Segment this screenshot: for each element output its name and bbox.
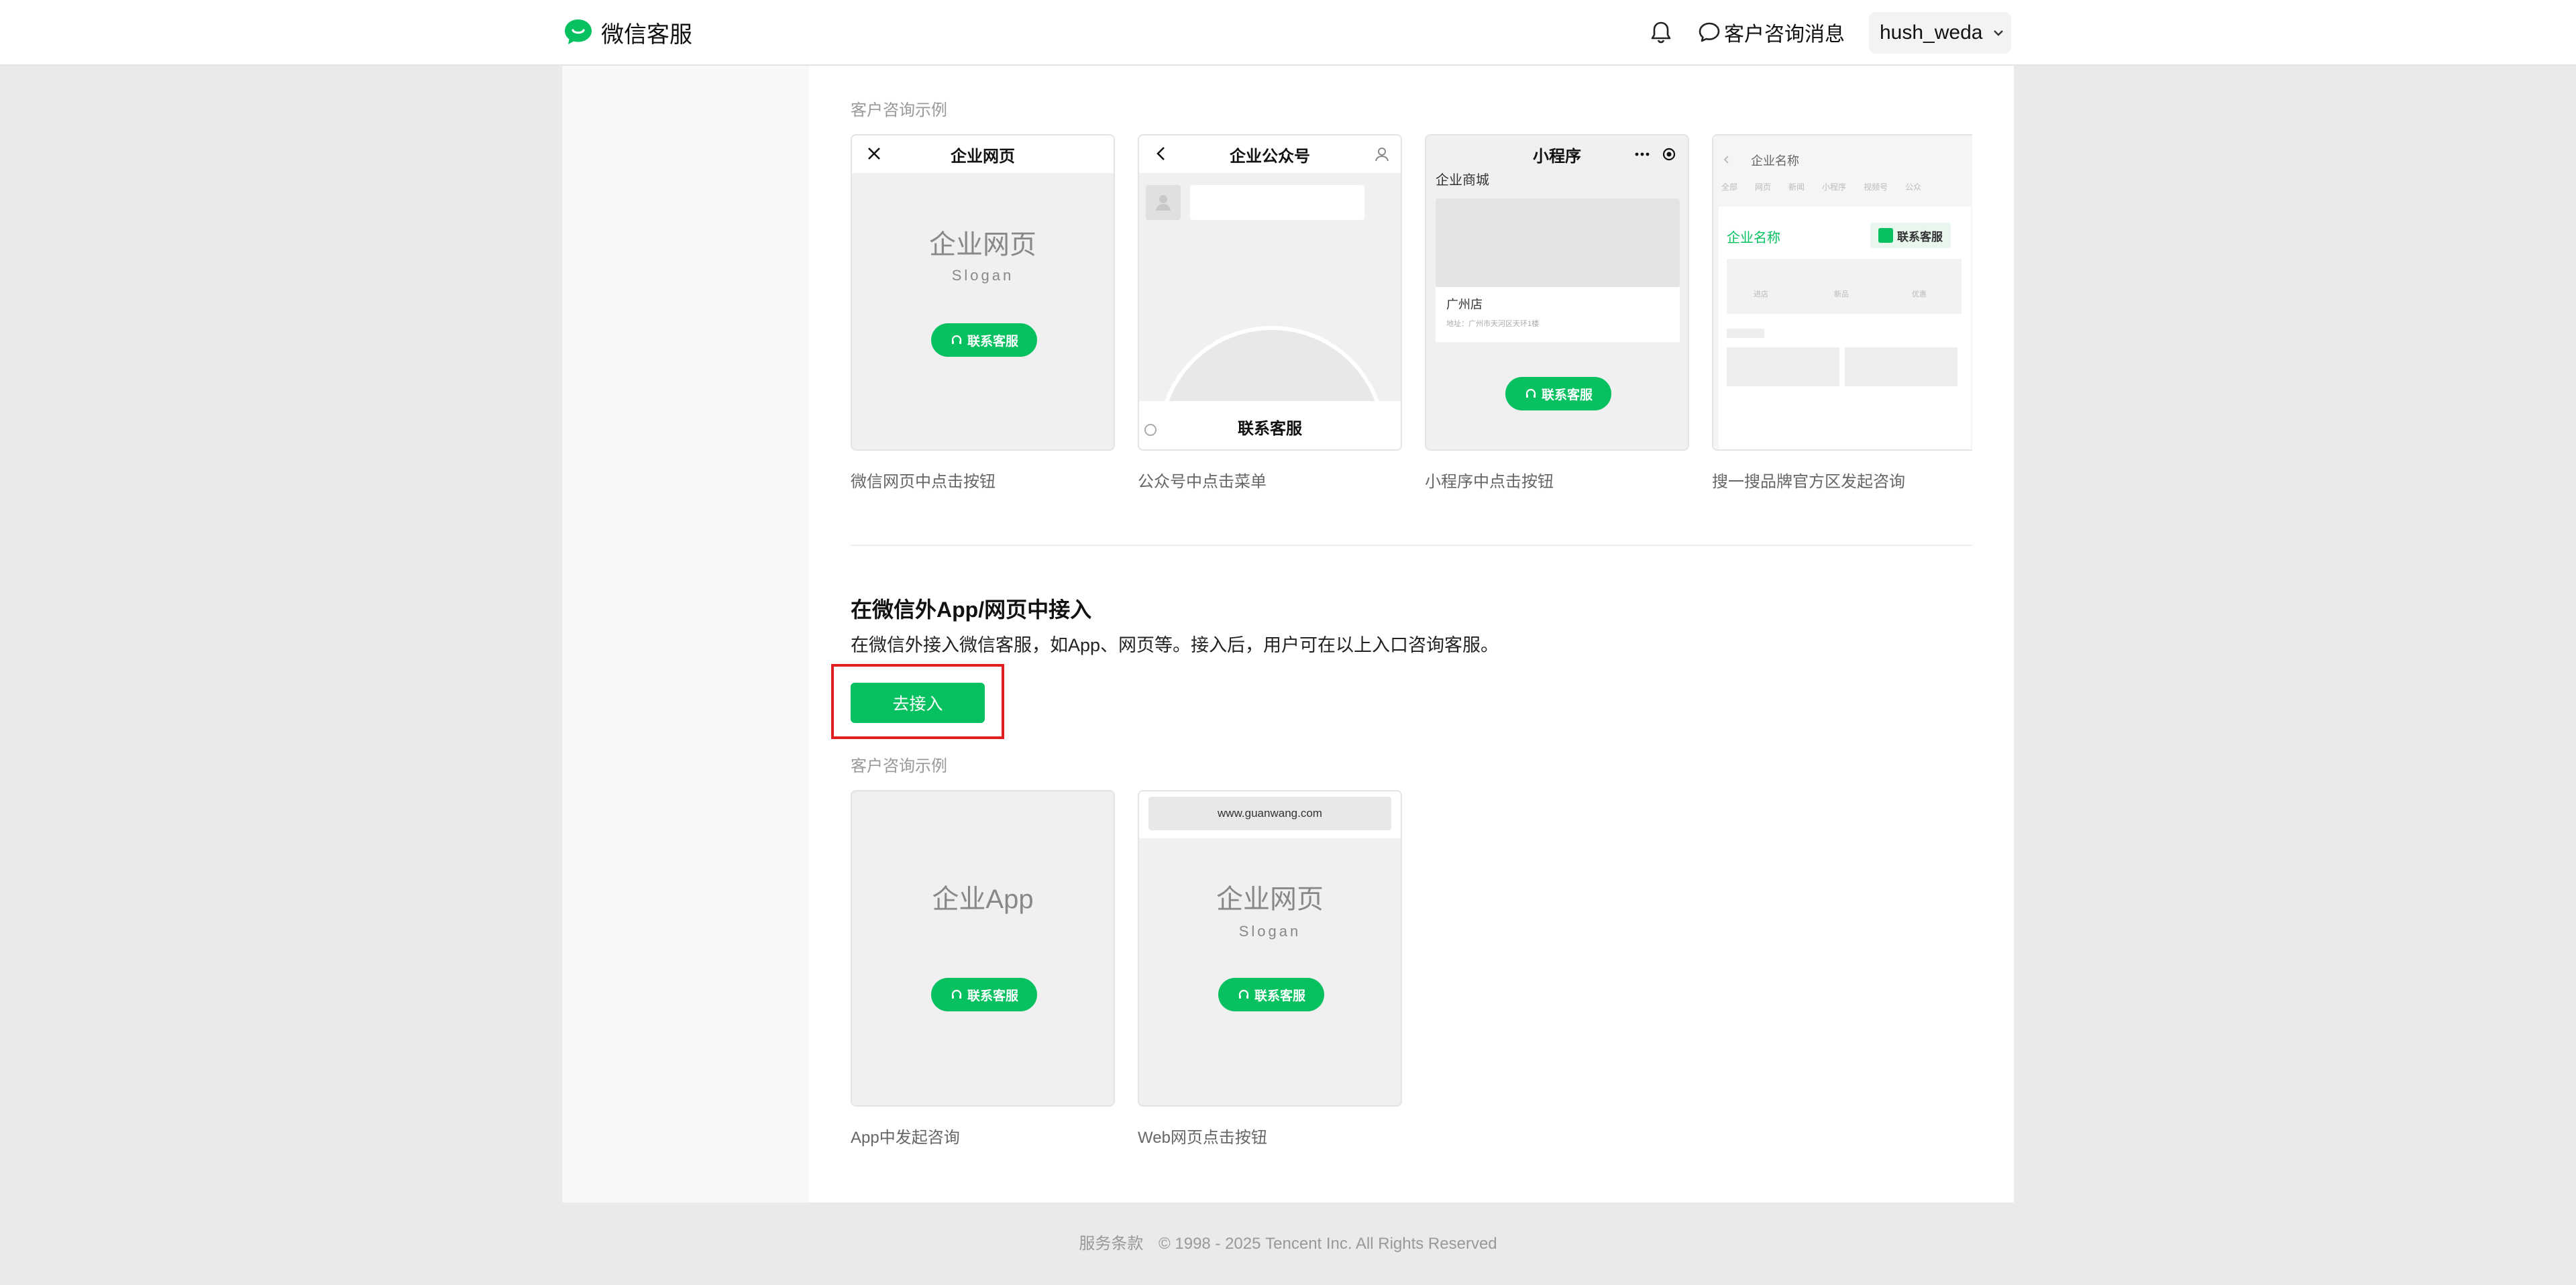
pill-label: 联系客服 xyxy=(1541,388,1593,402)
customer-messages-link[interactable]: 客户咨询消息 xyxy=(1697,17,1845,47)
chat-bubble-icon xyxy=(1699,22,1720,42)
card-caption: Web网页点击按钮 xyxy=(1138,1129,1267,1147)
placeholder-bar xyxy=(1727,329,1764,338)
back-icon xyxy=(1723,156,1729,164)
card-slogan: Slogan xyxy=(1238,923,1301,940)
left-column xyxy=(562,66,809,1203)
placeholder-card xyxy=(1845,347,1957,386)
search-tab: 小程序 xyxy=(1822,182,1847,192)
section-divider xyxy=(851,545,1972,546)
bell-icon[interactable] xyxy=(1648,19,1674,46)
target-icon xyxy=(1662,148,1676,161)
brand-name: 企业名称 xyxy=(1727,231,1780,245)
example-caption: 客户咨询示例 xyxy=(851,757,947,775)
messages-label: 客户咨询消息 xyxy=(1724,23,1845,46)
close-icon xyxy=(868,148,880,160)
back-icon xyxy=(1157,147,1165,160)
store-info: 广州店 地址：广州市天河区天环1楼 xyxy=(1436,287,1680,342)
example-card-official-account: 企业公众号 联系客服 xyxy=(1138,134,1402,451)
browser-bar: www.guanwang.com xyxy=(1139,791,1401,838)
user-menu[interactable]: hush_weda xyxy=(1869,12,2011,54)
chevron-down-icon xyxy=(1994,30,2004,36)
card-big-text: 企业网页 xyxy=(1216,885,1324,914)
url-bar: www.guanwang.com xyxy=(1148,797,1391,830)
brand-contact-label: 联系客服 xyxy=(1897,230,1943,243)
example-caption: 客户咨询示例 xyxy=(851,101,947,119)
store-address: 地址：广州市天河区天环1楼 xyxy=(1446,320,1540,328)
wechat-kefu-logo-icon xyxy=(565,19,592,44)
pill-label: 联系客服 xyxy=(967,989,1018,1003)
store-name: 广州店 xyxy=(1446,298,1483,311)
contact-service-button: 联系客服 xyxy=(931,323,1037,357)
card-caption: 微信网页中点击按钮 xyxy=(851,473,996,491)
shortcut-label: 进店 xyxy=(1754,290,1768,298)
card-header: 企业公众号 xyxy=(1139,135,1401,173)
card-caption: 搜一搜品牌官方区发起咨询 xyxy=(1712,473,1905,491)
card-caption: 公众号中点击菜单 xyxy=(1138,473,1267,491)
card-title: 企业网页 xyxy=(951,147,1015,166)
card-big-text: 企业App xyxy=(932,885,1034,914)
card-slogan: Slogan xyxy=(951,267,1014,284)
section-title: 在微信外App/网页中接入 xyxy=(851,598,1092,622)
example-card-search-brand: 企业名称 全部 网页 新闻 小程序 视频号 公众 企业名称 联系客服 进店 新品… xyxy=(1712,134,1972,451)
card-title: 企业公众号 xyxy=(1230,147,1310,166)
brand-zone-card: 企业名称 联系客服 进店 新品 优惠 xyxy=(1719,207,1971,449)
copyright: © 1998 - 2025 Tencent Inc. All Rights Re… xyxy=(1159,1235,1497,1253)
brand[interactable]: 微信客服 xyxy=(562,16,692,49)
search-tab: 视频号 xyxy=(1864,182,1888,192)
section-description: 在微信外接入微信客服，如App、网页等。接入后，用户可在以上入口咨询客服。 xyxy=(851,635,1499,655)
example-card-webpage: 企业网页 企业网页 Slogan 联系客服 xyxy=(851,134,1115,451)
top-bar: 微信客服 客户咨询消息 hush_weda xyxy=(0,0,2576,66)
headset-icon xyxy=(1238,989,1249,999)
shortcut-label: 优惠 xyxy=(1912,290,1927,298)
shop-name: 企业商城 xyxy=(1436,173,1489,188)
more-icon xyxy=(1635,152,1650,156)
headset-icon xyxy=(1878,228,1893,243)
card-header: 小程序 xyxy=(1426,135,1688,173)
footer: 服务条款 © 1998 - 2025 Tencent Inc. All Righ… xyxy=(0,1230,2576,1253)
brand-contact-button: 联系客服 xyxy=(1870,223,1951,248)
search-tabs: 全部 网页 新闻 小程序 视频号 公众 xyxy=(1721,181,1921,192)
pill-label: 联系客服 xyxy=(1254,989,1305,1003)
search-tab: 网页 xyxy=(1755,182,1772,192)
contact-service-button: 联系客服 xyxy=(931,978,1037,1011)
profile-icon xyxy=(1375,148,1389,162)
shortcut-label: 新品 xyxy=(1834,290,1849,298)
keyboard-icon xyxy=(1144,424,1157,436)
message-bubble-placeholder xyxy=(1190,185,1364,220)
pill-label: 联系客服 xyxy=(967,334,1018,349)
menu-item: 联系客服 xyxy=(1139,401,1401,449)
card-header: 企业网页 xyxy=(852,135,1114,173)
username: hush_weda xyxy=(1880,21,1983,44)
person-icon xyxy=(1156,195,1171,211)
headset-icon xyxy=(1525,388,1536,398)
placeholder-card xyxy=(1727,347,1839,386)
card-caption: 小程序中点击按钮 xyxy=(1425,473,1554,491)
terms-link[interactable]: 服务条款 xyxy=(1079,1235,1143,1253)
go-integrate-button[interactable]: 去接入 xyxy=(851,683,985,723)
headset-icon xyxy=(951,989,962,999)
search-tab: 公众 xyxy=(1905,182,1922,192)
headset-icon xyxy=(951,335,962,344)
example-card-app: 企业App 联系客服 xyxy=(851,790,1115,1107)
card-caption: App中发起咨询 xyxy=(851,1129,960,1147)
example-card-web: www.guanwang.com 企业网页 Slogan 联系客服 xyxy=(1138,790,1402,1107)
search-query: 企业名称 xyxy=(1751,154,1799,168)
example-card-mini-program: 小程序 企业商城 广州店 地址：广州市天河区天环1楼 联系客服 xyxy=(1425,134,1689,451)
brand-shortcut-row: 进店 新品 优惠 xyxy=(1727,259,1962,314)
contact-service-button: 联系客服 xyxy=(1218,978,1324,1011)
card-big-text: 企业网页 xyxy=(929,230,1036,260)
product-image-placeholder xyxy=(1436,199,1680,287)
contact-service-button: 联系客服 xyxy=(1505,377,1611,410)
card-title: 小程序 xyxy=(1533,147,1581,166)
search-tab: 新闻 xyxy=(1788,182,1805,192)
menu-label: 联系客服 xyxy=(1238,419,1302,438)
search-tab: 全部 xyxy=(1721,182,1738,192)
brand-name: 微信客服 xyxy=(601,22,692,48)
